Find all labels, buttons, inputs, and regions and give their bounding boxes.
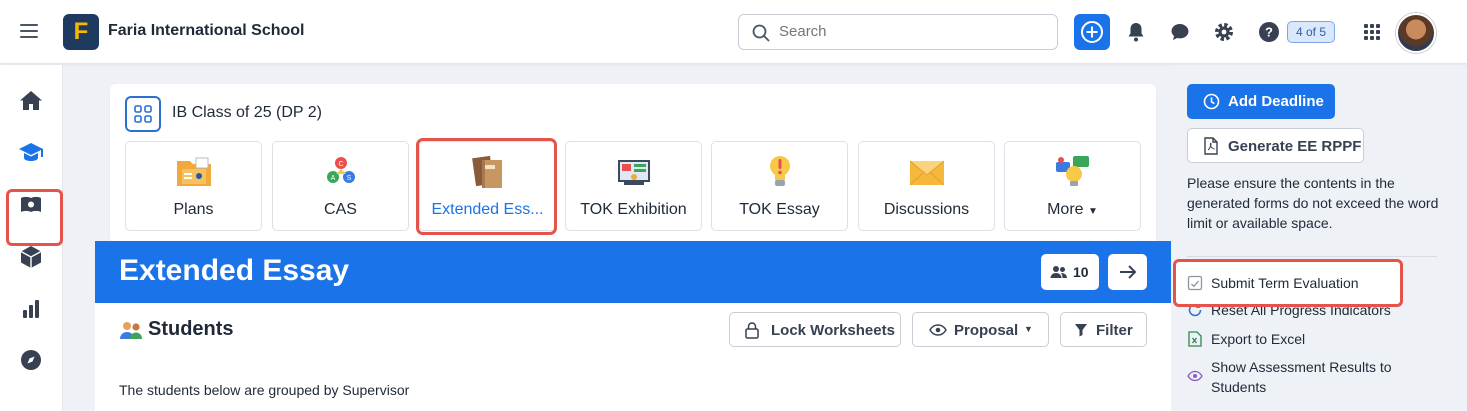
tile-active-highlight bbox=[416, 138, 557, 235]
filter-label: Filter bbox=[1096, 322, 1133, 339]
export-excel-label: Export to Excel bbox=[1211, 331, 1306, 347]
eye-icon bbox=[1187, 370, 1203, 382]
lock-icon bbox=[745, 322, 759, 339]
proposal-label: Proposal bbox=[954, 322, 1019, 339]
show-assessment-results-label-line2: Students bbox=[1211, 379, 1267, 395]
help-icon[interactable]: ? bbox=[1257, 20, 1281, 44]
tile-cas[interactable]: CAS CAS bbox=[272, 141, 409, 231]
rppf-note: Please ensure the contents in the genera… bbox=[1187, 175, 1439, 231]
more-label: More bbox=[1047, 201, 1084, 218]
svg-text:?: ? bbox=[1265, 25, 1273, 40]
students-title: Students bbox=[148, 318, 234, 340]
cas-triangle-icon: CA S bbox=[326, 157, 355, 183]
excel-icon bbox=[1188, 331, 1202, 347]
next-button[interactable] bbox=[1108, 254, 1147, 290]
gear-icon[interactable] bbox=[1212, 20, 1236, 44]
search-input[interactable] bbox=[779, 23, 1039, 40]
sidebar bbox=[0, 65, 63, 411]
tile-tok-exhibition[interactable]: TOK Exhibition bbox=[565, 141, 702, 231]
tile-label: Discussions bbox=[883, 201, 970, 218]
tile-more[interactable]: More ▼ bbox=[1004, 141, 1141, 231]
tile-label: More ▼ bbox=[1005, 201, 1140, 219]
eye-icon bbox=[929, 324, 947, 336]
students-note: The students below are grouped by Superv… bbox=[119, 382, 410, 398]
exhibition-screen-icon bbox=[617, 160, 650, 185]
caret-down-icon: ▼ bbox=[1024, 324, 1033, 334]
pdf-file-icon bbox=[1204, 137, 1218, 155]
compass-icon[interactable] bbox=[17, 346, 45, 374]
caret-down-icon: ▼ bbox=[1088, 206, 1098, 217]
show-assessment-results-label: Show Assessment Results to bbox=[1211, 359, 1392, 375]
envelope-icon bbox=[909, 160, 944, 186]
clock-icon bbox=[1203, 93, 1220, 110]
checkbox-doc-icon bbox=[1187, 275, 1203, 291]
bell-icon[interactable] bbox=[1124, 20, 1148, 44]
lock-worksheets-label: Lock Worksheets bbox=[771, 322, 895, 339]
filter-button[interactable]: Filter bbox=[1060, 312, 1147, 347]
submit-term-evaluation-label: Submit Term Evaluation bbox=[1211, 275, 1359, 291]
students-icon bbox=[120, 322, 142, 339]
plus-icon bbox=[1081, 21, 1103, 43]
proposal-dropdown[interactable]: Proposal ▼ bbox=[912, 312, 1049, 347]
bar-chart-icon[interactable] bbox=[17, 295, 45, 323]
add-deadline-label: Add Deadline bbox=[1228, 93, 1324, 110]
arrow-right-icon bbox=[1120, 265, 1137, 279]
svg-text:S: S bbox=[346, 175, 351, 182]
lightbulb-exclamation-icon bbox=[769, 156, 790, 186]
create-button[interactable] bbox=[1074, 14, 1110, 50]
top-bar: F Faria International School ? 4 of 5 bbox=[0, 0, 1467, 64]
svg-text:A: A bbox=[330, 175, 335, 182]
class-title: IB Class of 25 (DP 2) bbox=[172, 104, 322, 121]
chat-lightbulb-icon bbox=[1055, 156, 1089, 186]
search-icon bbox=[752, 24, 770, 42]
chat-icon[interactable] bbox=[1168, 20, 1192, 44]
tile-label: CAS bbox=[324, 201, 357, 218]
add-deadline-button[interactable]: Add Deadline bbox=[1187, 84, 1335, 119]
members-button[interactable]: 10 bbox=[1041, 254, 1099, 290]
graduation-cap-icon[interactable] bbox=[17, 138, 45, 166]
tile-discussions[interactable]: Discussions bbox=[858, 141, 995, 231]
tile-label: Plans bbox=[173, 201, 214, 218]
tile-plans[interactable]: Plans bbox=[125, 141, 262, 231]
tile-label: TOK Essay bbox=[739, 201, 820, 218]
tile-tok-essay[interactable]: TOK Essay bbox=[711, 141, 848, 231]
book-icon[interactable] bbox=[17, 191, 45, 219]
search-box[interactable] bbox=[738, 14, 1058, 50]
plans-folder-icon bbox=[176, 157, 211, 186]
generate-rppf-button[interactable]: Generate EE RPPF bbox=[1187, 128, 1364, 163]
users-icon bbox=[1050, 266, 1067, 278]
filter-icon bbox=[1075, 324, 1087, 337]
lock-worksheets-button[interactable]: Lock Worksheets bbox=[729, 312, 901, 347]
tile-label: TOK Exhibition bbox=[580, 201, 687, 218]
avatar[interactable] bbox=[1396, 13, 1436, 53]
svg-text:C: C bbox=[338, 161, 343, 168]
members-count: 10 bbox=[1073, 264, 1089, 280]
menu-icon[interactable] bbox=[20, 24, 38, 38]
section-title: Extended Essay bbox=[119, 254, 350, 287]
divider bbox=[1187, 256, 1437, 257]
class-grid-icon[interactable] bbox=[125, 96, 161, 132]
generate-rppf-label: Generate EE RPPF bbox=[1228, 138, 1362, 155]
notification-count-badge[interactable]: 4 of 5 bbox=[1287, 21, 1336, 43]
apps-grid-icon[interactable] bbox=[1360, 20, 1384, 44]
cube-icon[interactable] bbox=[17, 243, 45, 271]
home-icon[interactable] bbox=[17, 87, 45, 115]
school-name[interactable]: Faria International School bbox=[108, 22, 304, 40]
school-logo[interactable]: F bbox=[63, 14, 99, 50]
